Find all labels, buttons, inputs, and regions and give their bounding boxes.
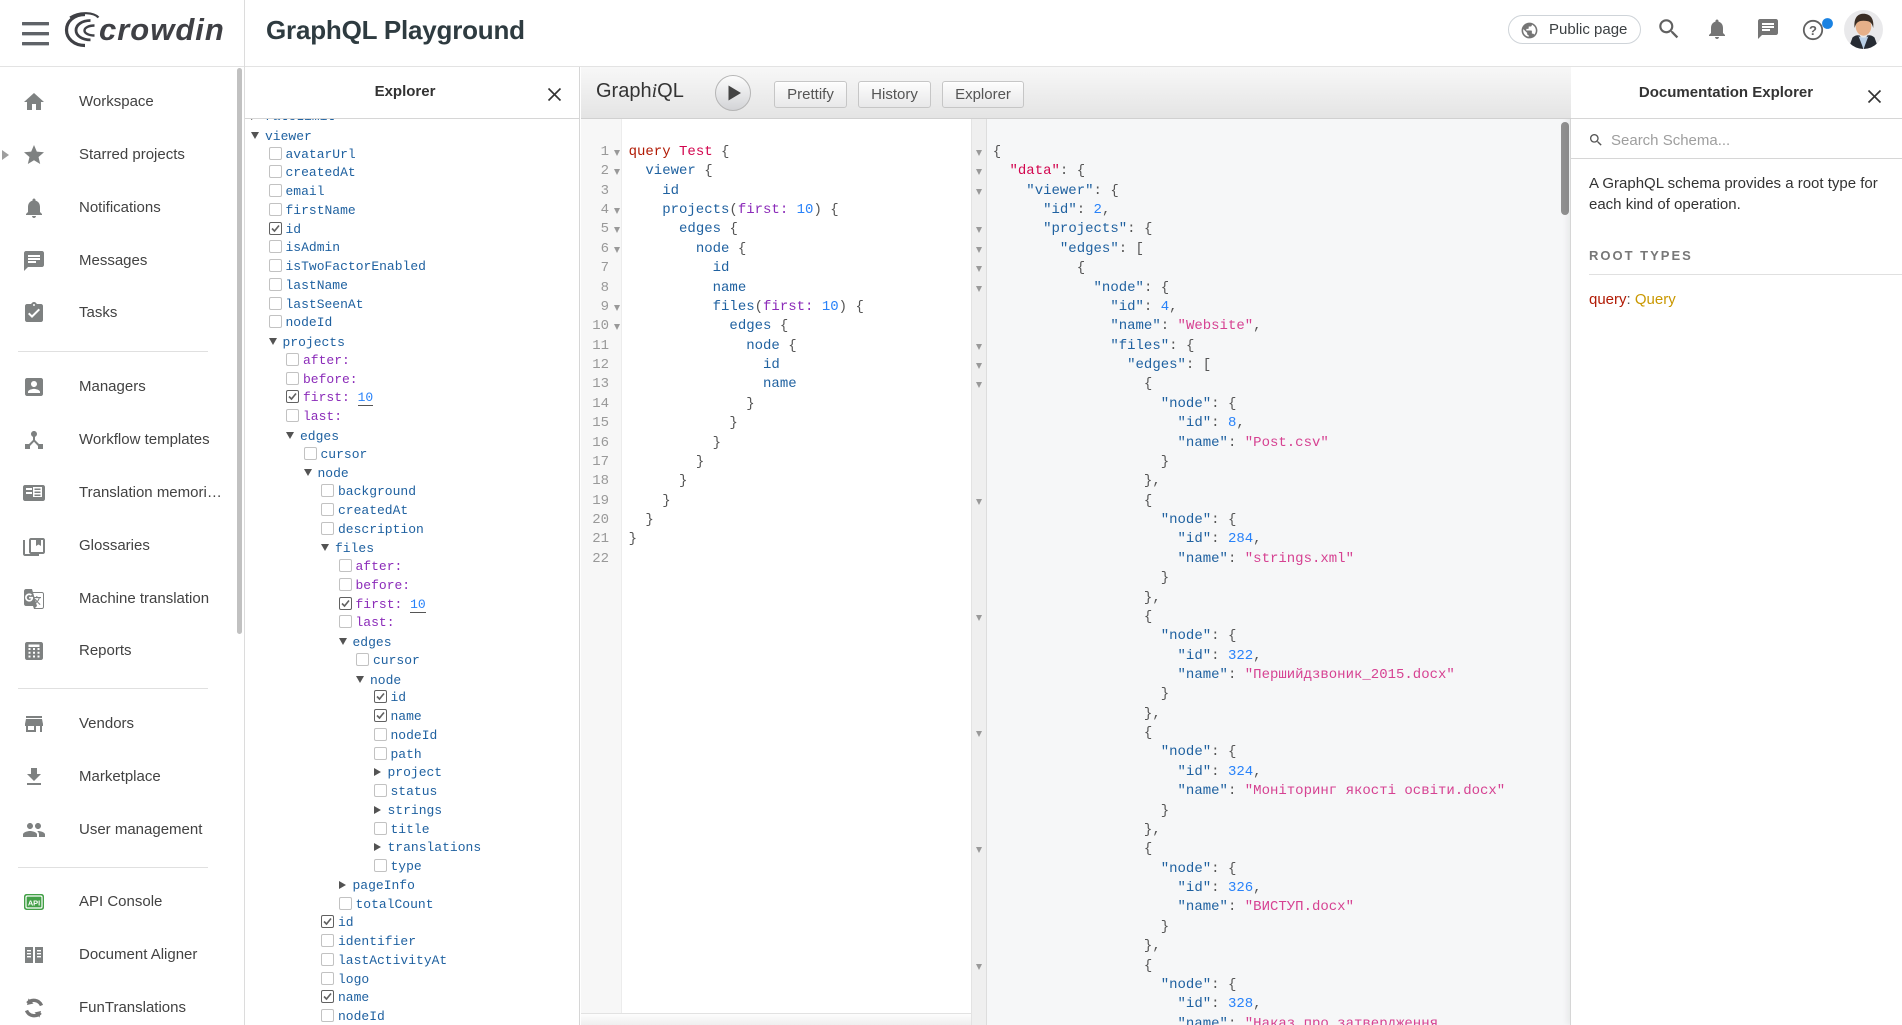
svg-text:?: ? — [1809, 23, 1817, 38]
svg-text:API: API — [28, 898, 40, 907]
